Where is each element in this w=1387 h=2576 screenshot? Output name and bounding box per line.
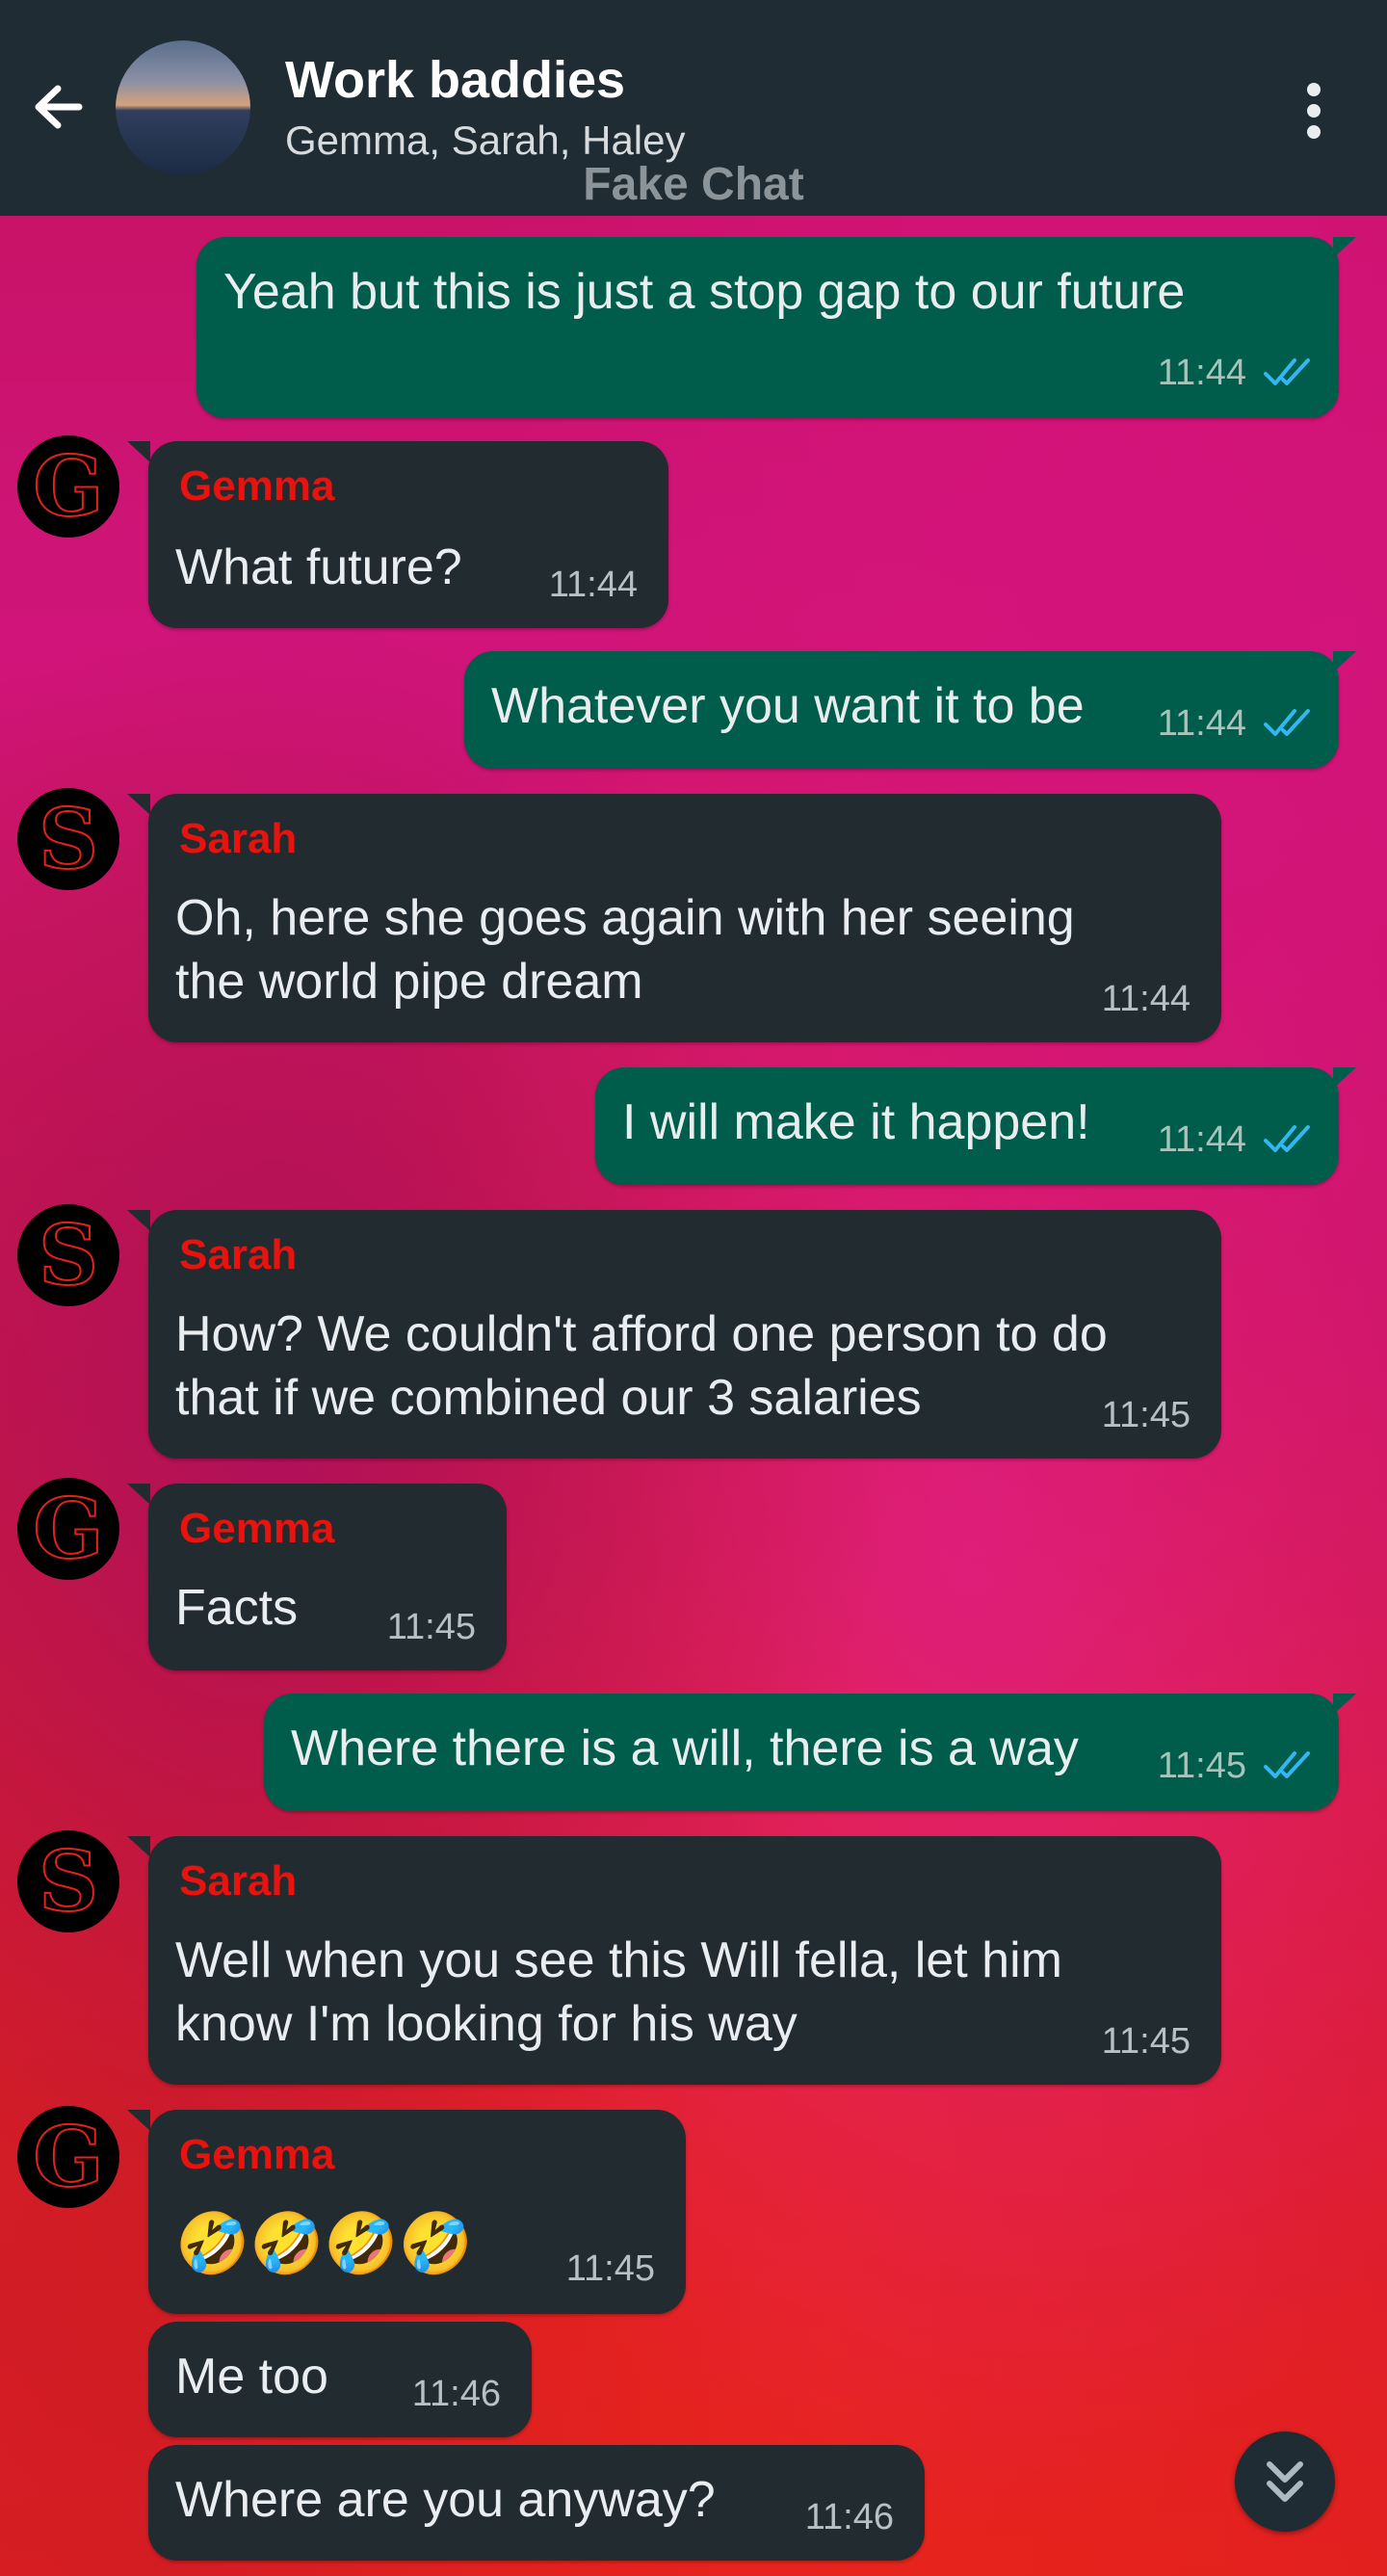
incoming-message[interactable]: Gemma Facts 11:45 — [127, 1484, 507, 1670]
incoming-message[interactable]: Sarah How? We couldn't afford one person… — [127, 1210, 1221, 1459]
message-text: Where are you anyway? — [175, 2472, 716, 2528]
message-text: 🤣🤣🤣🤣 — [175, 2211, 473, 2277]
outgoing-message[interactable]: I will make it happen! 11:44 — [595, 1067, 1356, 1185]
message-time: 11:45 — [1101, 2021, 1191, 2062]
message-text: that if we combined our 3 salaries — [175, 1370, 922, 1426]
message-text: I will make it happen! — [622, 1094, 1090, 1150]
incoming-message[interactable]: Me too 11:46 — [148, 2322, 532, 2437]
sender-name: Sarah — [179, 1857, 298, 1905]
sender-avatar[interactable]: S — [17, 788, 119, 890]
outgoing-message[interactable]: Whatever you want it to be 11:44 — [464, 651, 1356, 769]
more-vertical-icon — [1307, 83, 1321, 96]
message-text: Yeah but this is just a stop gap to our … — [223, 264, 1186, 320]
chat-header: Work baddies Gemma, Sarah, Haley Fake Ch… — [0, 0, 1387, 216]
outgoing-message[interactable]: Where there is a will, there is a way 11… — [264, 1694, 1356, 1811]
sender-name: Sarah — [179, 815, 298, 862]
group-avatar[interactable] — [116, 40, 250, 175]
message-text: know I'm looking for his way — [175, 1996, 798, 2052]
arrow-left-icon — [35, 85, 83, 129]
sender-avatar[interactable]: G — [17, 435, 119, 538]
chat-participants[interactable]: Gemma, Sarah, Haley — [285, 118, 686, 164]
message-text: the world pipe dream — [175, 954, 643, 1010]
outgoing-message[interactable]: Yeah but this is just a stop gap to our … — [196, 237, 1356, 418]
message-text: Oh, here she goes again with her seeing — [175, 890, 1075, 946]
message-time: 11:44 — [1157, 703, 1246, 744]
incoming-message[interactable]: Sarah Well when you see this Will fella,… — [127, 1836, 1221, 2085]
chat-title[interactable]: Work baddies — [285, 50, 625, 110]
double-check-icon — [1264, 358, 1310, 385]
message-text: Well when you see this Will fella, let h… — [175, 1932, 1062, 1988]
incoming-message[interactable]: Gemma What future? 11:44 — [127, 441, 668, 628]
sender-name: Gemma — [179, 462, 335, 510]
incoming-message[interactable]: Where are you anyway? 11:46 — [148, 2445, 925, 2561]
message-time: 11:46 — [804, 2497, 894, 2537]
sender-avatar[interactable]: S — [17, 1204, 119, 1306]
more-options-button[interactable] — [1285, 77, 1343, 145]
message-time: 11:45 — [386, 1607, 476, 1647]
message-time: 11:45 — [565, 2248, 655, 2289]
sender-avatar[interactable]: G — [17, 2106, 119, 2208]
scroll-to-bottom-button[interactable] — [1235, 2431, 1335, 2532]
double-chevron-down-icon — [1267, 2461, 1303, 2502]
back-button[interactable] — [25, 73, 92, 141]
message-time: 11:44 — [548, 565, 638, 605]
sender-name: Gemma — [179, 1505, 335, 1552]
sender-avatar[interactable]: S — [17, 1830, 119, 1932]
message-text: Whatever you want it to be — [491, 678, 1085, 734]
sender-avatar[interactable]: G — [17, 1478, 119, 1580]
incoming-message[interactable]: Gemma 🤣🤣🤣🤣 11:45 — [127, 2110, 686, 2314]
message-time: 11:45 — [1157, 1746, 1246, 1786]
message-text: Me too — [175, 2349, 328, 2405]
sender-name: Sarah — [179, 1231, 298, 1278]
double-check-icon — [1264, 1751, 1310, 1778]
message-text: Facts — [175, 1580, 299, 1636]
message-text: Where there is a will, there is a way — [291, 1721, 1079, 1776]
message-time: 11:44 — [1101, 979, 1191, 1019]
double-check-icon — [1264, 709, 1310, 736]
double-check-icon — [1264, 1125, 1310, 1152]
message-time: 11:45 — [1101, 1395, 1191, 1435]
message-time: 11:44 — [1157, 1119, 1246, 1160]
message-time: 11:44 — [1157, 353, 1246, 393]
message-text: What future? — [175, 539, 462, 595]
watermark: Fake Chat — [583, 159, 804, 210]
sender-name: Gemma — [179, 2131, 335, 2178]
message-text: How? We couldn't afford one person to do — [175, 1306, 1108, 1362]
message-time: 11:46 — [411, 2374, 501, 2414]
incoming-message[interactable]: Sarah Oh, here she goes again with her s… — [127, 794, 1221, 1042]
